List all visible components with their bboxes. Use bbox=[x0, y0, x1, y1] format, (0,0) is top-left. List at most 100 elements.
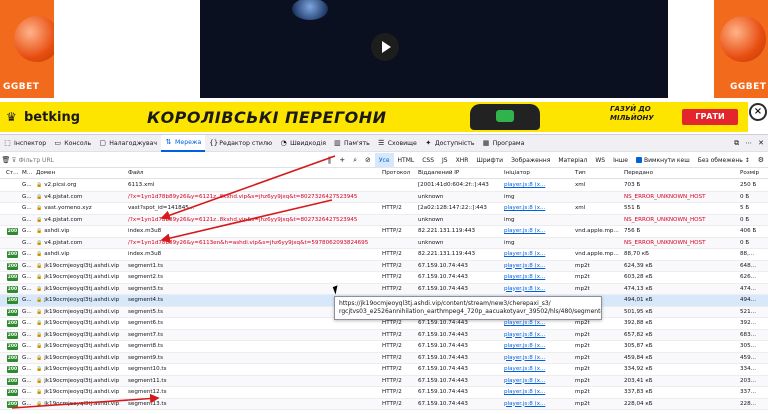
cell-initiator[interactable]: img bbox=[504, 194, 572, 200]
cell-initiator[interactable]: player.js:8 (x... bbox=[504, 401, 572, 407]
play-button[interactable] bbox=[371, 33, 399, 61]
left-ad-logo: GGBET bbox=[3, 82, 40, 92]
table-row[interactable]: 200 G... 🔒 jk19ocmjeoyql3tj.ashdi.vip segmen… bbox=[0, 387, 768, 399]
cell-initiator[interactable]: player.js:8 (x... bbox=[504, 205, 572, 211]
right-ad-banner[interactable]: GGBET bbox=[714, 0, 768, 98]
table-row[interactable]: G... 🔒 v4.pjstat.com/?x=1yn1d78b89y26&y=61… bbox=[0, 214, 768, 226]
cell-initiator[interactable]: player.js:8 (x... bbox=[504, 366, 572, 372]
dock-icon[interactable]: ⧉ bbox=[734, 139, 739, 148]
more-icon[interactable]: ⋯ bbox=[745, 139, 752, 147]
tab-console[interactable]: ▭ Консоль bbox=[50, 135, 95, 152]
filter-html[interactable]: HTML bbox=[394, 153, 419, 168]
table-row[interactable]: 200 G... 🔒 jk19ocmjeoyql3tj.ashdi.vip segmen… bbox=[0, 329, 768, 341]
tab-label: Швидкодія bbox=[290, 139, 326, 147]
crown-icon: ♛ bbox=[6, 110, 17, 124]
cell-initiator[interactable]: img bbox=[504, 217, 572, 223]
video-player[interactable] bbox=[200, 0, 668, 98]
filter-url-input[interactable] bbox=[18, 156, 324, 164]
filter-ws[interactable]: WS bbox=[591, 153, 609, 168]
tab-inspector[interactable]: ⬚ Інспектор bbox=[0, 135, 50, 152]
table-row[interactable]: 200 G... 🔒 jk19ocmjeoyql3tj.ashdi.vip segmen… bbox=[0, 352, 768, 364]
filter-xhr[interactable]: XHR bbox=[452, 153, 473, 168]
cell-ip: 67.159.10.74:443 bbox=[418, 262, 468, 269]
throttle-select[interactable]: Без обмежень ↕ bbox=[694, 157, 754, 164]
filter-media[interactable]: Матеріал bbox=[554, 153, 591, 168]
cell-transferred: NS_ERROR_UNKNOWN_HOST bbox=[624, 239, 706, 246]
filter-other[interactable]: Інше bbox=[609, 153, 632, 168]
table-row[interactable]: G... 🔒 v2.picsi.org 6113.xml [2001:41d0:604:… bbox=[0, 180, 768, 192]
filter-images[interactable]: Зображення bbox=[507, 153, 554, 168]
banner-promo: ГАЗУЙ ДО МІЛЬЙОНУ bbox=[610, 105, 654, 122]
cell-initiator[interactable]: player.js:8 (x... bbox=[504, 343, 572, 349]
tab-style-editor[interactable]: {} Редактор стилю bbox=[205, 135, 276, 152]
tooltip-line-1: https://jk19ocmjeoyql3tj.ashdi.vip/conte… bbox=[339, 300, 551, 307]
trash-icon[interactable]: 🗑 bbox=[0, 156, 12, 164]
cell-file: segment8.ts bbox=[128, 343, 163, 349]
table-row[interactable]: G... 🔒 v4.pjstat.com/?x=1yn1d78b89y26&y=61… bbox=[0, 237, 768, 249]
cell-initiator[interactable]: player.js:8 (x... bbox=[504, 286, 572, 292]
cell-initiator[interactable]: player.js:8 (x... bbox=[504, 228, 572, 234]
cell-initiator[interactable]: player.js:8 (x... bbox=[504, 182, 572, 188]
filter-css[interactable]: CSS bbox=[418, 153, 438, 168]
search-icon[interactable]: ⌕ bbox=[349, 156, 361, 165]
status-badge: 200 bbox=[7, 308, 18, 316]
left-ad-banner[interactable]: GGBET bbox=[0, 0, 54, 98]
table-row[interactable]: 200 G... 🔒 jk19ocmjeoyql3tj.ashdi.vip segmen… bbox=[0, 272, 768, 284]
tab-performance[interactable]: ◔ Швидкодія bbox=[276, 135, 330, 152]
filter-js[interactable]: JS bbox=[438, 153, 452, 168]
cell-initiator[interactable]: player.js:8 (x... bbox=[504, 251, 572, 257]
col-initiator[interactable]: Ініціатор bbox=[504, 170, 530, 176]
play-cta-button[interactable]: ГРАТИ bbox=[682, 109, 738, 125]
cell-file: /?x=1yn1d78b89y26&y=6121z..8kxhd.vip&s=j… bbox=[128, 216, 358, 223]
table-row[interactable]: 200 G... 🔒 ashdi.vip index.m3u8 HTTP/2 82.221.… bbox=[0, 226, 768, 238]
cell-initiator[interactable]: player.js:8 (x... bbox=[504, 355, 572, 361]
close-icon[interactable]: ✕ bbox=[758, 139, 764, 147]
disable-cache-checkbox[interactable]: Вимкнути кеш bbox=[632, 156, 694, 164]
table-row[interactable]: G... 🔒 vast.yomeno.xyz vast?spot_id=141845.… bbox=[0, 203, 768, 215]
cell-initiator[interactable]: player.js:8 (x... bbox=[504, 378, 572, 384]
filter-all[interactable]: Усе bbox=[374, 152, 394, 168]
tab-debugger[interactable]: ▢ Налагоджувач bbox=[95, 135, 161, 152]
col-transferred[interactable]: Передано bbox=[624, 170, 653, 176]
request-list: G... 🔒 v2.picsi.org 6113.xml [2001:41d0:604:… bbox=[0, 180, 768, 410]
tab-network[interactable]: ⇅ Мережа bbox=[161, 134, 206, 152]
col-size[interactable]: Розмір bbox=[740, 170, 759, 176]
cell-type: mp2t bbox=[575, 331, 590, 338]
table-row[interactable]: 200 G... 🔒 jk19ocmjeoyql3tj.ashdi.vip segmen… bbox=[0, 341, 768, 353]
cell-initiator[interactable]: player.js:8 (x... bbox=[504, 320, 572, 326]
cell-initiator[interactable]: player.js:8 (x... bbox=[504, 274, 572, 280]
col-file[interactable]: Файл bbox=[128, 170, 143, 176]
cell-initiator[interactable]: player.js:8 (x... bbox=[504, 332, 572, 338]
table-row[interactable]: 200 G... 🔒 jk19ocmjeoyql3tj.ashdi.vip segmen… bbox=[0, 375, 768, 387]
cell-file: segment10.ts bbox=[128, 366, 167, 372]
ad-banner[interactable]: ♛ betking КОРОЛІВСЬКІ ПЕРЕГОНИ ГАЗУЙ ДО … bbox=[0, 102, 748, 132]
cell-initiator[interactable]: player.js:8 (x... bbox=[504, 389, 572, 395]
settings-icon[interactable]: ⚙ bbox=[754, 156, 768, 164]
filter-fonts[interactable]: Шрифти bbox=[472, 153, 507, 168]
cell-initiator[interactable]: player.js:8 (x... bbox=[504, 263, 572, 269]
table-row[interactable]: 200 G... 🔒 jk19ocmjeoyql3tj.ashdi.vip segmen… bbox=[0, 398, 768, 410]
close-ad-button[interactable]: × bbox=[749, 103, 767, 121]
table-row[interactable]: 200 G... 🔒 jk19ocmjeoyql3tj.ashdi.vip segmen… bbox=[0, 283, 768, 295]
cell-initiator[interactable]: img bbox=[504, 240, 572, 246]
col-type[interactable]: Тип bbox=[575, 170, 586, 176]
table-row[interactable]: 200 G... 🔒 jk19ocmjeoyql3tj.ashdi.vip segmen… bbox=[0, 364, 768, 376]
block-icon[interactable]: ⊘ bbox=[361, 156, 375, 164]
table-row[interactable]: 200 G... 🔒 ashdi.vip index.m3u8 HTTP/2 82.221.… bbox=[0, 249, 768, 261]
status-badge: 200 bbox=[7, 228, 18, 235]
tab-storage[interactable]: ☰ Сховище bbox=[374, 135, 421, 152]
col-method[interactable]: М... bbox=[22, 170, 32, 176]
pause-icon[interactable]: ‖ bbox=[324, 156, 336, 164]
cell-ip: 67.159.10.74:443 bbox=[418, 331, 468, 338]
col-status[interactable]: Ст... bbox=[6, 170, 19, 176]
tab-accessibility[interactable]: ✦ Доступність bbox=[421, 135, 479, 152]
add-icon[interactable]: + bbox=[335, 156, 349, 164]
table-row[interactable]: 200 G... 🔒 jk19ocmjeoyql3tj.ashdi.vip segmen… bbox=[0, 260, 768, 272]
tab-label: Налагоджувач bbox=[109, 139, 158, 147]
col-protocol[interactable]: Протокол bbox=[382, 170, 410, 176]
table-row[interactable]: G... 🔒 v4.pjstat.com/?x=1yn1d78b89y26&y=61… bbox=[0, 191, 768, 203]
tab-application[interactable]: ▦ Програма bbox=[479, 135, 529, 152]
col-domain[interactable]: Домен bbox=[36, 170, 55, 176]
tab-memory[interactable]: ▥ Пам'ять bbox=[330, 135, 374, 152]
col-remote-ip[interactable]: Віддалений IP bbox=[418, 170, 459, 176]
